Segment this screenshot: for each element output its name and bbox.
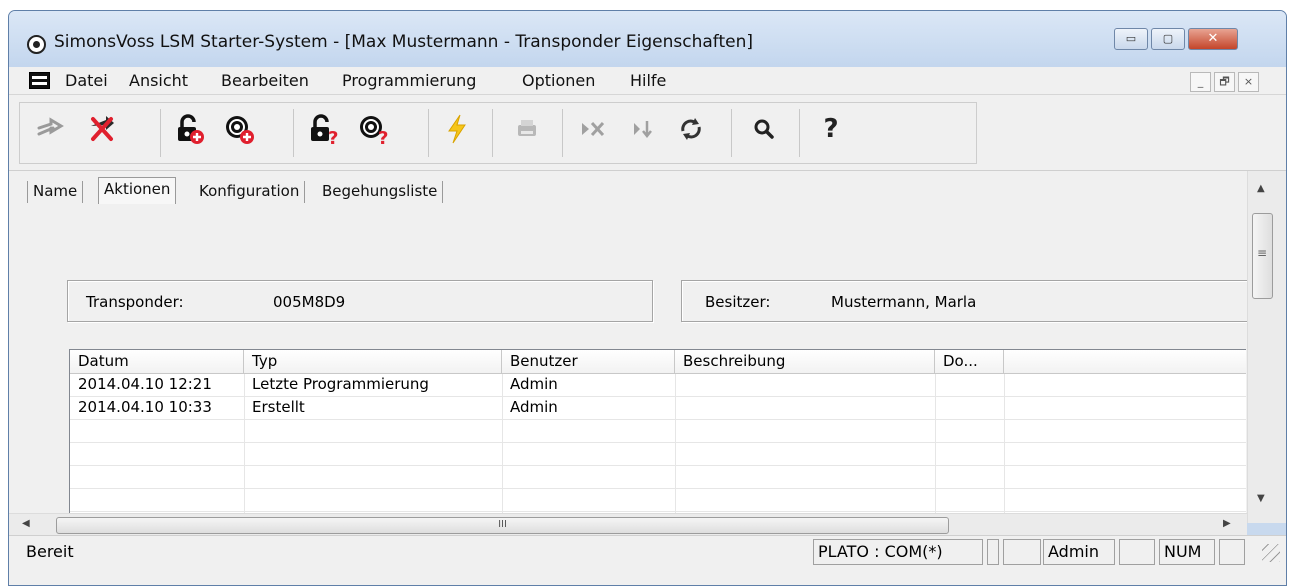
table-row-empty — [70, 466, 1246, 489]
column-header-typ[interactable]: Typ — [244, 350, 502, 374]
title-bar: SimonsVoss LSM Starter-System - [Max Mus… — [9, 11, 1286, 67]
toolbar-separator — [160, 109, 161, 157]
transfer-arrow-icon[interactable] — [29, 107, 73, 151]
search-icon[interactable] — [742, 107, 786, 151]
owner-label: Besitzer: — [705, 293, 771, 311]
menu-bearbeiten[interactable]: Bearbeiten — [221, 71, 309, 90]
svg-text:?: ? — [378, 128, 388, 145]
menu-bar: Datei Ansicht Bearbeiten Programmierung … — [9, 67, 1286, 95]
column-header-benutzer[interactable]: Benutzer — [502, 350, 675, 374]
status-pane-empty — [987, 539, 999, 565]
cell-benutzer: Admin — [510, 375, 558, 393]
mdi-close-button[interactable]: × — [1238, 72, 1259, 92]
actions-table[interactable]: Datum Typ Benutzer Beschreibung Do... 20… — [69, 349, 1246, 521]
svg-text:?: ? — [328, 128, 338, 145]
transponder-add-icon[interactable] — [217, 107, 261, 151]
client-area: Name Aktionen Konfiguration Begehungslis… — [9, 171, 1286, 523]
skip-cross-icon[interactable] — [572, 107, 616, 151]
toolbar: ? ? ? — [9, 95, 1286, 171]
menu-programmierung[interactable]: Programmierung — [342, 71, 476, 90]
menu-hilfe[interactable]: Hilfe — [630, 71, 666, 90]
tab-begehungsliste[interactable]: Begehungsliste — [317, 181, 444, 203]
tab-name[interactable]: Name — [27, 181, 84, 203]
scroll-left-arrow-icon[interactable]: ◀ — [22, 518, 30, 529]
cell-datum: 2014.04.10 12:21 — [78, 375, 212, 393]
owner-value: Mustermann, Marla — [831, 293, 977, 311]
thumb-grip: ≡ — [1257, 246, 1268, 260]
toolbar-separator — [799, 109, 800, 157]
column-header-filler — [1004, 350, 1246, 374]
vertical-scrollbar[interactable]: ▲ ≡ ▼ — [1247, 171, 1286, 523]
close-button[interactable]: ✕ — [1188, 28, 1238, 50]
toolbar-separator — [293, 109, 294, 157]
cell-benutzer: Admin — [510, 398, 558, 416]
main-window: SimonsVoss LSM Starter-System - [Max Mus… — [8, 10, 1287, 586]
table-row-empty — [70, 420, 1246, 443]
step-down-icon[interactable] — [622, 107, 666, 151]
table-row[interactable]: 2014.04.10 10:33 Erstellt Admin — [70, 397, 1246, 420]
status-bar: Bereit PLATO : COM(*) Admin NUM — [9, 535, 1286, 585]
minimize-button[interactable]: ▭ — [1114, 28, 1148, 50]
toolbar-separator — [428, 109, 429, 157]
vertical-scroll-thumb[interactable]: ≡ — [1252, 213, 1273, 299]
help-glyph: ? — [823, 114, 839, 144]
table-row[interactable]: 2014.04.10 12:21 Letzte Programmierung A… — [70, 374, 1246, 397]
transponder-query-icon[interactable]: ? — [353, 107, 397, 151]
lock-add-icon[interactable] — [167, 107, 211, 151]
table-row-empty — [70, 443, 1246, 466]
status-user: Admin — [1043, 539, 1115, 565]
toolbar-separator — [562, 109, 563, 157]
horizontal-scroll-thumb[interactable]: III — [56, 517, 949, 534]
menu-optionen[interactable]: Optionen — [522, 71, 595, 90]
transponder-box: Transponder: 005M8D9 — [67, 280, 653, 322]
status-connection: PLATO : COM(*) — [813, 539, 983, 565]
transponder-value: 005M8D9 — [273, 293, 346, 311]
cell-datum: 2014.04.10 10:33 — [78, 398, 212, 416]
cell-typ: Erstellt — [252, 398, 305, 416]
status-text: Bereit — [26, 542, 74, 561]
toolbar-separator — [731, 109, 732, 157]
refresh-icon[interactable] — [669, 107, 713, 151]
mdi-restore-button[interactable]: 🗗 — [1214, 72, 1235, 92]
document-icon[interactable] — [29, 72, 50, 89]
print-icon[interactable] — [505, 107, 549, 151]
cell-typ: Letzte Programmierung — [252, 375, 429, 393]
transponder-label: Transponder: — [86, 293, 184, 311]
scroll-up-arrow-icon[interactable]: ▲ — [1257, 183, 1265, 194]
program-lightning-icon[interactable] — [435, 107, 479, 151]
mdi-minimize-button[interactable]: _ — [1190, 72, 1211, 92]
horizontal-scrollbar[interactable]: ◀ III ▶ — [9, 513, 1247, 535]
tab-aktionen[interactable]: Aktionen — [98, 177, 177, 204]
scroll-down-arrow-icon[interactable]: ▼ — [1257, 493, 1265, 504]
help-icon[interactable]: ? — [809, 107, 853, 151]
column-header-datum[interactable]: Datum — [70, 350, 244, 374]
delete-cross-icon[interactable] — [80, 107, 124, 151]
status-pane-empty — [1119, 539, 1155, 565]
menu-datei[interactable]: Datei — [65, 71, 108, 90]
app-icon — [27, 35, 46, 54]
column-header-do[interactable]: Do... — [935, 350, 1004, 374]
maximize-button[interactable]: ▢ — [1151, 28, 1185, 50]
status-num: NUM — [1159, 539, 1215, 565]
column-header-beschreibung[interactable]: Beschreibung — [675, 350, 935, 374]
table-row-empty — [70, 489, 1246, 512]
resize-grip-icon[interactable] — [1262, 544, 1280, 562]
owner-box: Besitzer: Mustermann, Marla — [681, 280, 1251, 322]
status-pane-empty — [1219, 539, 1245, 565]
tab-konfiguration[interactable]: Konfiguration — [194, 181, 306, 203]
menu-ansicht[interactable]: Ansicht — [129, 71, 188, 90]
lock-query-icon[interactable]: ? — [302, 107, 346, 151]
window-title: SimonsVoss LSM Starter-System - [Max Mus… — [54, 32, 754, 52]
scroll-right-arrow-icon[interactable]: ▶ — [1223, 518, 1231, 529]
toolbar-separator — [492, 109, 493, 157]
status-pane-empty — [1003, 539, 1041, 565]
